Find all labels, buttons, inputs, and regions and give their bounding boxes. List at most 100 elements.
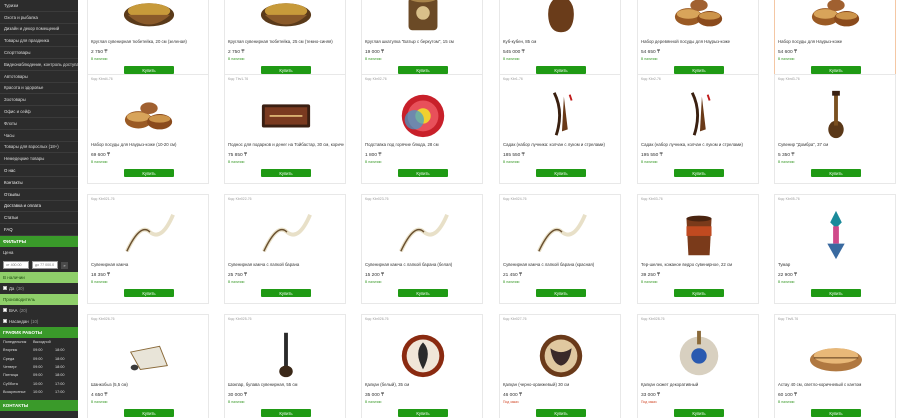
sidebar-link-item[interactable]: FAQ [0, 224, 78, 236]
product-name[interactable]: Сувенир "Домбра", 37 см [778, 142, 894, 147]
product-name[interactable]: Шанкобыз (5,5 см) [91, 382, 207, 387]
product-card[interactable]: Круглая сувенирная тюбетейка, 20 см (зел… [87, 0, 209, 81]
product-image[interactable] [255, 87, 317, 141]
product-name[interactable]: Шокпар, булава сувенирная, 55 см [228, 382, 344, 387]
price-to-input[interactable]: до 77 000.0 [32, 261, 58, 270]
product-name[interactable]: Поднос для подарков и денег на Тойбастар… [228, 142, 344, 147]
buy-button[interactable]: Купить [124, 289, 174, 297]
product-image[interactable] [805, 207, 867, 261]
checkbox[interactable] [3, 286, 7, 291]
product-card[interactable]: Код: Kbr03-76 Тер-шелек, кожаное ведро су… [637, 194, 759, 304]
sidebar-link-item[interactable]: Статьи [0, 212, 78, 225]
product-image[interactable] [255, 207, 317, 261]
product-image[interactable] [392, 0, 454, 38]
in-stock-yes-option[interactable]: Да (30) [0, 283, 78, 294]
product-card[interactable]: Круглая сувенирная тюбетейка, 25 см (тем… [224, 0, 346, 81]
buy-button[interactable]: Купить [261, 169, 311, 177]
product-image[interactable] [530, 0, 592, 38]
product-image[interactable] [392, 327, 454, 381]
product-name[interactable]: Астау 40 см, светло-коричневый с кантом [778, 382, 894, 387]
buy-button[interactable]: Купить [261, 66, 311, 74]
sidebar-category-item[interactable]: Офис и сейф [0, 106, 78, 118]
product-card[interactable]: Набор посуды для Наурыз-коже 54 600 ₸ В на… [774, 0, 896, 81]
product-name[interactable]: Круглая сувенирная тюбетейка, 20 см (зел… [91, 39, 207, 44]
sidebar-category-item[interactable]: Видеонаблюдение, контроль доступа, радио… [0, 59, 78, 71]
product-card[interactable]: Код: Kbr02-76 Подставка под горячие блюда… [361, 74, 483, 184]
buy-button[interactable]: Купить [536, 289, 586, 297]
product-card[interactable]: Код: Kbr026-76 Қалқан (белый), 35 см 35 00… [361, 314, 483, 418]
sidebar-category-item[interactable]: Товары для взрослых (18+) [0, 142, 78, 154]
product-name[interactable]: Қалқан (белый), 35 см [365, 382, 481, 387]
price-from-input[interactable]: от 400.00 [3, 261, 29, 270]
product-image[interactable] [805, 0, 867, 38]
product-card[interactable]: Код: Kbr028-76 Қалқан сюжет декоративный 3… [637, 314, 759, 418]
product-image[interactable] [255, 0, 317, 38]
product-image[interactable] [118, 0, 180, 38]
product-name[interactable]: Набор посуды для Наурыз-коже [778, 39, 894, 44]
product-image[interactable] [118, 327, 180, 381]
sidebar-link-item[interactable]: Контакты [0, 177, 78, 189]
product-name[interactable]: Куб-кубен, 85 см [503, 39, 619, 44]
buy-button[interactable]: Купить [398, 289, 448, 297]
product-card[interactable]: Код: Kbr025-76 Шокпар, булава сувенирная,… [224, 314, 346, 418]
product-name[interactable]: Круглая шкатулка "Батыр с беркутом", 15 … [365, 39, 481, 44]
buy-button[interactable]: Купить [536, 66, 586, 74]
product-name[interactable]: Круглая сувенирная тюбетейка, 25 см (тем… [228, 39, 344, 44]
product-image[interactable] [805, 327, 867, 381]
brand-option[interactable]: Насандан (10) [0, 316, 78, 327]
sidebar-link-item[interactable]: Отзывы [0, 189, 78, 201]
product-name[interactable]: Қалқан сюжет декоративный [641, 382, 757, 387]
buy-button[interactable]: Купить [536, 169, 586, 177]
product-image[interactable] [805, 87, 867, 141]
product-image[interactable] [668, 207, 730, 261]
product-image[interactable] [255, 327, 317, 381]
product-image[interactable] [668, 0, 730, 38]
buy-button[interactable]: Купить [811, 66, 861, 74]
product-image[interactable] [668, 327, 730, 381]
sidebar-category-item[interactable]: Часы [0, 130, 78, 142]
sidebar-category-item[interactable]: Дизайн и декор помещений [0, 24, 78, 36]
product-name[interactable]: Сувенирная камча с лапкой барана (красна… [503, 262, 619, 267]
buy-button[interactable]: Купить [674, 66, 724, 74]
sidebar-category-item[interactable]: Охота и рыбалка [0, 12, 78, 24]
sidebar-category-item[interactable]: Красота и здоровье [0, 83, 78, 95]
buy-button[interactable]: Купить [811, 289, 861, 297]
product-name[interactable]: Набор посуды для Наурыз-коже (10-20 см) [91, 142, 207, 147]
product-image[interactable] [530, 207, 592, 261]
product-card[interactable]: Код: Kbrd4-76 Набор посуды для Наурыз-кож… [87, 74, 209, 184]
product-name[interactable]: Подставка под горячие блюда, 28 см [365, 142, 481, 147]
product-card[interactable]: Код: Kbr05-76 Тумар 22 900 ₸ В наличии Купит… [774, 194, 896, 304]
buy-button[interactable]: Купить [124, 409, 174, 417]
product-card[interactable]: Код: Kbr023-76 Сувенирная камча с лапкой … [361, 194, 483, 304]
buy-button[interactable]: Купить [811, 409, 861, 417]
product-image[interactable] [530, 327, 592, 381]
product-card[interactable]: Код: Kbr027-76 Қалқан (черно-оранжевый) 3… [499, 314, 621, 418]
brand-option[interactable]: ВАА (20) [0, 305, 78, 316]
buy-button[interactable]: Купить [674, 169, 724, 177]
product-image[interactable] [668, 87, 730, 141]
product-image[interactable] [392, 207, 454, 261]
buy-button[interactable]: Купить [811, 169, 861, 177]
product-name[interactable]: Садак (набор лучника: колчан с луком и с… [503, 142, 619, 147]
product-card[interactable]: Код: Kbrd3-76 Сувенир "Домбра", 37 см 5 35… [774, 74, 896, 184]
product-name[interactable]: Сувенирная камча [91, 262, 207, 267]
buy-button[interactable]: Купить [674, 289, 724, 297]
product-name[interactable]: Тер-шелек, кожаное ведро сувенирное, 22 … [641, 262, 757, 267]
product-card[interactable]: Код: Kbr021-76 Сувенирная камча 18 350 ₸ В … [87, 194, 209, 304]
product-name[interactable]: Садак (набор лучника, колчан с луком и с… [641, 142, 757, 147]
buy-button[interactable]: Купить [124, 169, 174, 177]
buy-button[interactable]: Купить [124, 66, 174, 74]
product-name[interactable]: Тумар [778, 262, 894, 267]
product-card[interactable]: Код: Kbr1-76 Садак (набор лучника: колчан… [499, 74, 621, 184]
product-card[interactable]: Код: Tbv1-76 Поднос для подарков и денег … [224, 74, 346, 184]
sidebar-category-item[interactable]: Флоты [0, 118, 78, 130]
buy-button[interactable]: Купить [398, 169, 448, 177]
product-name[interactable]: Сувенирная камча с лапкой барана [228, 262, 344, 267]
product-card[interactable]: Код: Kbr022-76 Сувенирная камча с лапкой … [224, 194, 346, 304]
product-card[interactable]: Куб-кубен, 85 см 545 000 ₸ В наличии Купить [499, 0, 621, 81]
sidebar-link-item[interactable]: О нас [0, 165, 78, 177]
sidebar-category-item[interactable]: Немедецкие товары [0, 153, 78, 166]
buy-button[interactable]: Купить [261, 289, 311, 297]
product-card[interactable]: Круглая шкатулка "Батыр с беркутом", 15 … [361, 0, 483, 81]
product-card[interactable]: Код: Kbr026-76 Шанкобыз (5,5 см) 4 650 ₸ В … [87, 314, 209, 418]
